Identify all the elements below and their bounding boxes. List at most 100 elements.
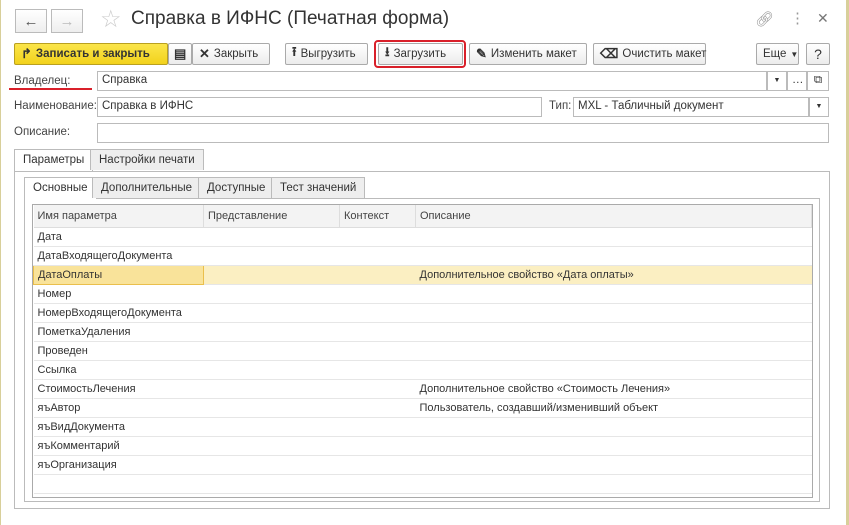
cell-name[interactable]: яъВидДокумента <box>33 417 204 437</box>
table-row[interactable]: Дата <box>33 227 812 247</box>
cell-name[interactable]: Проведен <box>33 341 204 361</box>
table-row[interactable]: яъОрганизация <box>33 455 812 475</box>
edit-layout-button[interactable]: ✎ Изменить макет <box>469 43 587 65</box>
type-dropdown-button[interactable]: ▼ <box>809 97 829 117</box>
table-row[interactable]: НомерВходящегоДокумента <box>33 303 812 323</box>
cell-context[interactable] <box>339 284 416 304</box>
cell-description[interactable] <box>415 284 812 304</box>
cell-context[interactable] <box>339 398 416 418</box>
description-field[interactable] <box>97 123 829 143</box>
owner-field[interactable]: Справка <box>97 71 767 91</box>
cell-context[interactable] <box>339 227 416 247</box>
table-row[interactable]: Номер <box>33 284 812 304</box>
cell-context[interactable] <box>339 341 416 361</box>
more-button[interactable]: Еще ▼ <box>756 43 799 65</box>
download-button[interactable]: ⭳ Загрузить <box>378 43 463 65</box>
column-header-context[interactable]: Контекст <box>339 205 416 228</box>
type-select[interactable]: MXL - Табличный документ <box>573 97 809 117</box>
cell-context[interactable] <box>339 417 416 437</box>
cell-name[interactable]: ДатаВходящегоДокумента <box>33 246 204 266</box>
table-row[interactable]: яъКомментарий <box>33 436 812 456</box>
cell-presentation[interactable] <box>203 341 340 361</box>
cell-name[interactable]: ПометкаУдаления <box>33 322 204 342</box>
owner-open-button[interactable]: ⧉ <box>807 71 829 91</box>
cell-presentation[interactable] <box>203 284 340 304</box>
link-icon[interactable]: 🔗︎ <box>755 10 774 28</box>
subtab-main[interactable]: Основные <box>24 177 97 199</box>
cell-context[interactable] <box>339 246 416 266</box>
cell-description[interactable] <box>415 227 812 247</box>
save-and-close-button[interactable]: ↱ Записать и закрыть <box>14 43 168 65</box>
cell-name[interactable]: яъАвтор <box>33 398 204 418</box>
table-row[interactable]: ДатаОплаты Дополнительное свойство «Дата … <box>33 264 812 285</box>
table-row[interactable]: яъАвтор Пользователь, создавший/изменивши… <box>33 398 812 418</box>
cell-presentation[interactable] <box>203 322 340 342</box>
cell-name[interactable]: яъКомментарий <box>33 436 204 456</box>
cell-presentation[interactable] <box>203 246 340 266</box>
cell-presentation[interactable] <box>203 455 340 475</box>
close-button[interactable]: ✕ Закрыть <box>192 43 270 65</box>
upload-button[interactable]: ⭱ Выгрузить <box>285 43 368 65</box>
cell-context[interactable] <box>339 436 416 456</box>
cell-description[interactable] <box>415 455 812 475</box>
clear-layout-button[interactable]: ⌫ Очистить макет <box>593 43 706 65</box>
cell-name[interactable]: НомерВходящегоДокумента <box>33 303 204 323</box>
cell-context[interactable] <box>339 322 416 342</box>
help-button[interactable]: ? <box>806 43 830 65</box>
cell-description[interactable] <box>415 303 812 323</box>
cell-description[interactable]: Дополнительное свойство «Дата оплаты» <box>415 265 812 285</box>
cell-presentation[interactable] <box>203 398 340 418</box>
empty-row <box>33 474 812 494</box>
cell-description[interactable] <box>415 246 812 266</box>
column-header-presentation[interactable]: Представление <box>203 205 340 228</box>
cell-presentation[interactable] <box>203 417 340 437</box>
cell-context[interactable] <box>339 360 416 380</box>
cell-presentation[interactable] <box>203 436 340 456</box>
cell-context[interactable] <box>339 455 416 475</box>
subtab-additional[interactable]: Дополнительные <box>92 177 202 198</box>
column-header-name[interactable]: Имя параметра <box>33 205 204 228</box>
cell-description[interactable] <box>415 322 812 342</box>
cell-description[interactable]: Дополнительное свойство «Стоимость Лечен… <box>415 379 812 399</box>
forward-button[interactable]: → <box>51 9 83 33</box>
table-row[interactable]: яъВидДокумента <box>33 417 812 437</box>
back-button[interactable]: ← <box>15 9 47 33</box>
more-menu-icon[interactable]: ⋮ <box>790 9 805 27</box>
edit-layout-label: Изменить макет <box>490 48 577 60</box>
cell-name[interactable]: Дата <box>33 227 204 247</box>
cell-description[interactable] <box>415 360 812 380</box>
cell-context[interactable] <box>339 303 416 323</box>
cell-presentation[interactable] <box>203 303 340 323</box>
subtab-available[interactable]: Доступные <box>198 177 275 198</box>
favorite-star-icon[interactable]: ☆ <box>100 5 122 34</box>
table-row[interactable]: Ссылка <box>33 360 812 380</box>
owner-select-button[interactable]: … <box>787 71 807 91</box>
table-row[interactable]: Проведен <box>33 341 812 361</box>
cell-name[interactable]: СтоимостьЛечения <box>33 379 204 399</box>
cell-name[interactable]: Номер <box>33 284 204 304</box>
cell-description[interactable] <box>415 436 812 456</box>
name-field[interactable]: Справка в ИФНС <box>97 97 542 117</box>
close-icon[interactable]: ✕ <box>817 10 829 27</box>
column-header-description[interactable]: Описание <box>415 205 812 228</box>
subtab-test-values[interactable]: Тест значений <box>271 177 366 198</box>
cell-name[interactable]: яъОрганизация <box>33 455 204 475</box>
cell-context[interactable] <box>339 265 416 285</box>
cell-description[interactable] <box>415 341 812 361</box>
cell-name[interactable]: Ссылка <box>33 360 204 380</box>
table-row[interactable]: СтоимостьЛечения Дополнительное свойство … <box>33 379 812 399</box>
table-row[interactable]: ПометкаУдаления <box>33 322 812 342</box>
cell-name[interactable]: ДатаОплаты <box>33 264 204 285</box>
owner-dropdown-button[interactable]: ▼ <box>767 71 787 91</box>
table-row[interactable]: ДатаВходящегоДокумента <box>33 246 812 266</box>
cell-presentation[interactable] <box>203 265 340 285</box>
cell-description[interactable]: Пользователь, создавший/изменивший объек… <box>415 398 812 418</box>
cell-presentation[interactable] <box>203 379 340 399</box>
save-button[interactable]: ▤ <box>168 43 192 65</box>
cell-context[interactable] <box>339 379 416 399</box>
cell-presentation[interactable] <box>203 360 340 380</box>
cell-presentation[interactable] <box>203 227 340 247</box>
cell-description[interactable] <box>415 417 812 437</box>
tab-print-settings[interactable]: Настройки печати <box>90 149 204 170</box>
tab-parameters[interactable]: Параметры <box>14 149 94 171</box>
